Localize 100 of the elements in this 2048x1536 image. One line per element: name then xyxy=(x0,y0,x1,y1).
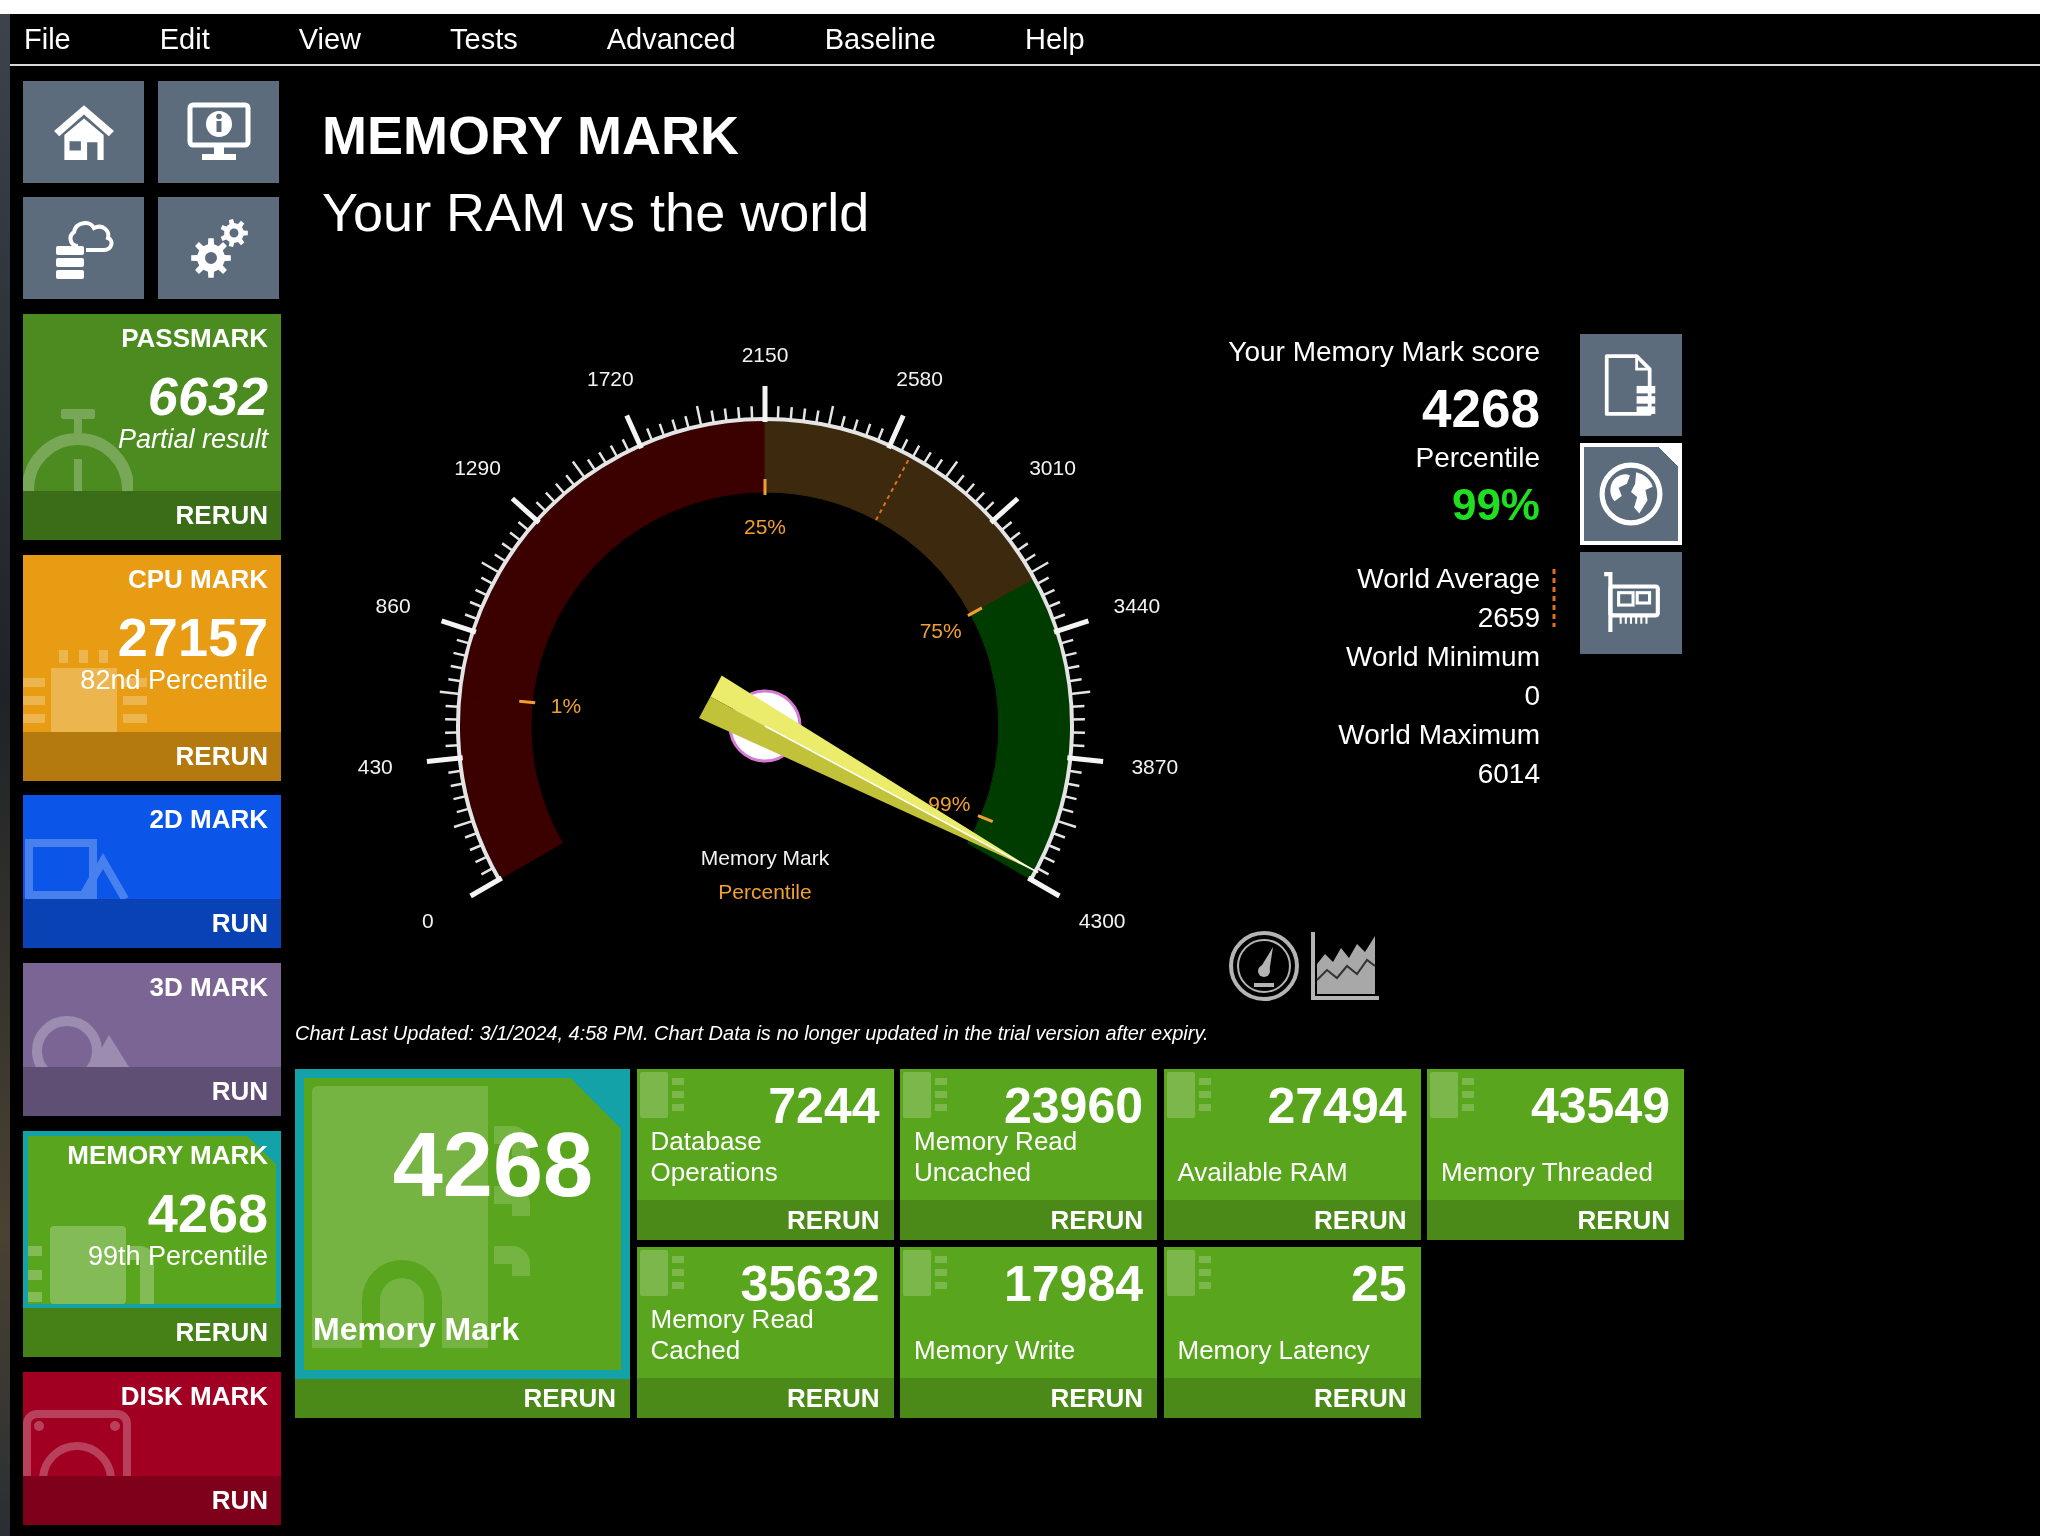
page-title: MEMORY MARK xyxy=(322,104,739,167)
result-label: Memory Write xyxy=(914,1335,1077,1366)
benchmark-tile[interactable]: MEMORY MARK 4268 99th Percentile xyxy=(23,1131,281,1308)
result-label: Memory Read Cached xyxy=(650,1304,815,1366)
stat-label: World Minimum xyxy=(1346,640,1540,674)
menu-item[interactable]: File xyxy=(24,22,71,56)
view-button[interactable] xyxy=(1580,443,1682,545)
result-tile[interactable]: 27494 Available RAM xyxy=(1163,1069,1421,1200)
benchmark-tile[interactable]: PASSMARK 6632 Partial result xyxy=(23,313,281,491)
menu-item[interactable]: View xyxy=(298,22,362,56)
area-chart-icon[interactable] xyxy=(1309,930,1381,1002)
menu-item[interactable]: Help xyxy=(1025,22,1085,56)
memory-module-icon xyxy=(1430,1072,1476,1118)
tile-note: 99th Percentile xyxy=(87,1242,268,1270)
settings-button[interactable] xyxy=(158,197,279,299)
stat-label: World Average xyxy=(1357,562,1540,596)
tile-score: 27157 xyxy=(117,607,268,666)
scale-label: 1290 xyxy=(454,455,501,479)
chart-subtitle: Percentile xyxy=(718,879,812,903)
result-tile[interactable]: 17984 Memory Write xyxy=(900,1247,1157,1378)
menu-item[interactable]: Edit xyxy=(159,22,210,56)
percentile-tick xyxy=(763,479,767,495)
page-subtitle: Your RAM vs the world xyxy=(322,181,870,244)
tile-title: 3D MARK xyxy=(149,971,268,1004)
benchmark-tile[interactable]: DISK MARK xyxy=(23,1371,281,1476)
chart-title: Memory Mark xyxy=(700,845,830,869)
percentile-tick xyxy=(967,606,983,617)
action-button[interactable]: RUN xyxy=(23,899,281,949)
stat-value: 6014 xyxy=(1477,757,1540,791)
memory-module-icon xyxy=(903,1250,949,1296)
result-score: 35632 xyxy=(740,1263,880,1304)
result-label: Memory Latency xyxy=(1177,1335,1371,1366)
result-score: 17984 xyxy=(1003,1263,1143,1304)
scale-label: 2150 xyxy=(741,342,789,366)
action-button[interactable]: RERUN xyxy=(23,490,281,540)
chart-update-note: Chart Last Updated: 3/1/2024, 4:58 PM. Chart Data is no longer updated in the trial version after expiry. xyxy=(295,1021,1209,1046)
result-score: 4268 xyxy=(392,1117,593,1213)
score-value: 4268 xyxy=(1422,381,1540,437)
result-tile[interactable]: 23960 Memory Read Uncached xyxy=(900,1069,1157,1200)
benchmark-tile[interactable]: CPU MARK 27157 82nd Percentile xyxy=(23,554,281,732)
percentile-caption: Percentile xyxy=(1415,441,1540,475)
action-button[interactable]: RERUN xyxy=(1163,1200,1421,1240)
dashed-line-icon xyxy=(1552,569,1556,627)
action-button[interactable]: RERUN xyxy=(1427,1200,1684,1240)
benchmark-tile[interactable]: 3D MARK xyxy=(23,963,281,1068)
menu-item[interactable]: Advanced xyxy=(606,22,736,56)
scale-label: 430 xyxy=(357,755,393,779)
result-score: 43549 xyxy=(1530,1085,1670,1126)
result-label: Memory Read Uncached xyxy=(914,1126,1079,1188)
percentile-label: 1% xyxy=(550,694,582,718)
view-button[interactable] xyxy=(1580,334,1682,436)
action-button[interactable]: RERUN xyxy=(900,1378,1157,1418)
action-button[interactable]: RUN xyxy=(23,1475,281,1525)
action-button[interactable]: RERUN xyxy=(900,1200,1157,1240)
view-button[interactable] xyxy=(1580,552,1682,654)
action-button[interactable]: RUN xyxy=(23,1067,281,1117)
globe-icon xyxy=(1598,461,1664,527)
scale-label: 0 xyxy=(422,909,434,933)
stat-value: 2659 xyxy=(1477,601,1540,635)
scale-label: 3440 xyxy=(1113,593,1161,617)
memory-module-icon xyxy=(1166,1250,1213,1296)
action-button[interactable]: RERUN xyxy=(23,1308,281,1357)
system-info-button[interactable] xyxy=(158,81,279,183)
tile-score: 6632 xyxy=(147,366,268,425)
action-button[interactable]: RERUN xyxy=(636,1200,894,1240)
result-tile[interactable]: 7244 Database Operations xyxy=(636,1069,894,1200)
action-button[interactable]: RERUN xyxy=(636,1378,894,1418)
result-tile[interactable]: 43549 Memory Threaded xyxy=(1427,1069,1684,1200)
result-label: Memory Threaded xyxy=(1441,1157,1654,1188)
result-label: Available RAM xyxy=(1177,1157,1349,1188)
scale-label: 2580 xyxy=(896,367,943,391)
percentile-tick xyxy=(977,814,994,824)
result-tile[interactable]: 25 Memory Latency xyxy=(1163,1247,1421,1378)
action-button[interactable]: RERUN xyxy=(295,1379,630,1418)
memory-module-icon xyxy=(639,1072,686,1118)
tile-note: Partial result xyxy=(117,424,268,453)
house-icon xyxy=(52,103,115,161)
tile-title: DISK MARK xyxy=(120,1379,268,1412)
score-caption: Your Memory Mark score xyxy=(1228,335,1540,369)
memory-module-icon xyxy=(903,1072,949,1118)
percentile-value: 99% xyxy=(1451,481,1540,529)
stat-value: 0 xyxy=(1524,679,1540,713)
menu-item[interactable]: Tests xyxy=(450,22,518,56)
result-score: 27494 xyxy=(1267,1085,1407,1126)
result-tile[interactable]: 35632 Memory Read Cached xyxy=(636,1247,894,1378)
action-button[interactable]: RERUN xyxy=(1163,1378,1421,1418)
home-button[interactable] xyxy=(23,81,144,183)
action-button[interactable]: RERUN xyxy=(23,731,281,781)
memory-module-icon xyxy=(639,1250,686,1296)
result-tile[interactable]: 4268 Memory Mark xyxy=(295,1069,630,1379)
result-score: 25 xyxy=(1350,1263,1407,1304)
percentile-label: 75% xyxy=(919,618,962,642)
tile-title: PASSMARK xyxy=(121,321,268,354)
tile-note: 82nd Percentile xyxy=(80,665,268,694)
cloud-server-button[interactable] xyxy=(23,197,144,299)
gauge-icon[interactable] xyxy=(1228,930,1300,1002)
benchmark-tile[interactable]: 2D MARK xyxy=(23,795,281,900)
scale-label: 3870 xyxy=(1131,755,1179,779)
result-label: Memory Mark xyxy=(313,1310,521,1348)
menu-item[interactable]: Baseline xyxy=(824,22,936,56)
